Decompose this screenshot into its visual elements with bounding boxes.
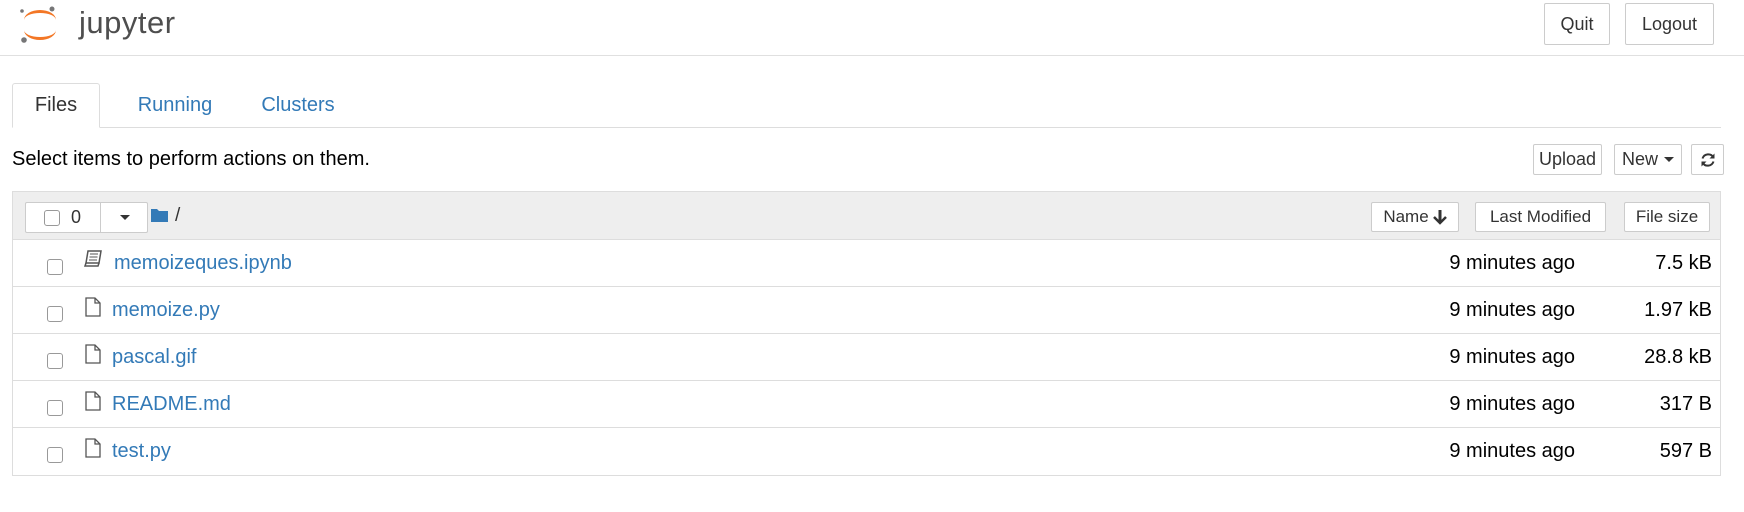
tab-clusters[interactable]: Clusters	[244, 83, 352, 127]
sort-size-button[interactable]: File size	[1624, 202, 1710, 232]
breadcrumb-root[interactable]: /	[175, 205, 180, 227]
file-size: 28.8 kB	[1644, 346, 1712, 368]
new-dropdown-button[interactable]: New	[1614, 144, 1682, 175]
select-all-group: 0	[25, 202, 148, 233]
list-header: 0 / Name Last Modified File size	[13, 192, 1720, 240]
row-checkbox[interactable]	[47, 447, 63, 463]
file-row[interactable]: test.py 9 minutes ago 597 B	[13, 428, 1720, 475]
file-list: 0 / Name Last Modified File size memoize…	[12, 191, 1721, 476]
notebook-icon	[84, 250, 102, 267]
header: jupyter Quit Logout	[0, 0, 1744, 56]
folder-icon[interactable]	[150, 207, 169, 223]
file-name-link[interactable]: test.py	[112, 440, 171, 463]
tab-bar: Files Running Clusters	[12, 83, 1721, 128]
caret-down-icon	[120, 215, 130, 220]
file-modified: 9 minutes ago	[1449, 299, 1575, 321]
file-icon	[85, 438, 101, 458]
tab-files[interactable]: Files	[12, 83, 100, 128]
row-checkbox[interactable]	[47, 400, 63, 416]
tab-running[interactable]: Running	[116, 83, 234, 127]
file-size: 317 B	[1659, 393, 1712, 415]
file-row[interactable]: memoize.py 9 minutes ago 1.97 kB	[13, 287, 1720, 334]
upload-button[interactable]: Upload	[1533, 144, 1602, 175]
row-checkbox[interactable]	[47, 353, 63, 369]
file-row[interactable]: memoizeques.ipynb 9 minutes ago 7.5 kB	[13, 240, 1720, 287]
sort-name-button[interactable]: Name	[1371, 202, 1459, 232]
file-row[interactable]: README.md 9 minutes ago 317 B	[13, 381, 1720, 428]
sort-name-label: Name	[1383, 207, 1429, 226]
arrow-down-icon	[1432, 210, 1447, 225]
refresh-button[interactable]	[1691, 144, 1724, 175]
quit-button[interactable]: Quit	[1544, 3, 1610, 45]
selection-dropdown-toggle[interactable]	[100, 203, 149, 232]
sort-modified-button[interactable]: Last Modified	[1475, 202, 1606, 232]
file-size: 597 B	[1659, 440, 1712, 462]
caret-down-icon	[1664, 157, 1674, 162]
row-checkbox[interactable]	[47, 306, 63, 322]
file-size: 1.97 kB	[1644, 299, 1712, 321]
file-icon	[85, 297, 101, 317]
file-icon	[85, 344, 101, 364]
select-all-checkbox[interactable]	[44, 210, 60, 226]
file-modified: 9 minutes ago	[1449, 346, 1575, 368]
jupyter-logo[interactable]: jupyter	[18, 2, 178, 46]
file-name-link[interactable]: memoizeques.ipynb	[114, 252, 292, 275]
file-size: 7.5 kB	[1655, 252, 1712, 274]
row-checkbox[interactable]	[47, 259, 63, 275]
file-modified: 9 minutes ago	[1449, 440, 1575, 462]
file-name-link[interactable]: README.md	[112, 393, 231, 416]
file-modified: 9 minutes ago	[1449, 252, 1575, 274]
logout-button[interactable]: Logout	[1625, 3, 1714, 45]
selected-count: 0	[71, 207, 82, 227]
info-text: Select items to perform actions on them.	[12, 148, 370, 170]
file-name-link[interactable]: pascal.gif	[112, 346, 197, 369]
logo-text: jupyter	[79, 5, 176, 40]
file-icon	[85, 391, 101, 411]
file-row[interactable]: pascal.gif 9 minutes ago 28.8 kB	[13, 334, 1720, 381]
file-modified: 9 minutes ago	[1449, 393, 1575, 415]
refresh-icon	[1701, 152, 1714, 167]
file-name-link[interactable]: memoize.py	[112, 299, 220, 322]
jupyter-logo-icon	[20, 6, 56, 43]
new-label: New	[1621, 149, 1658, 169]
